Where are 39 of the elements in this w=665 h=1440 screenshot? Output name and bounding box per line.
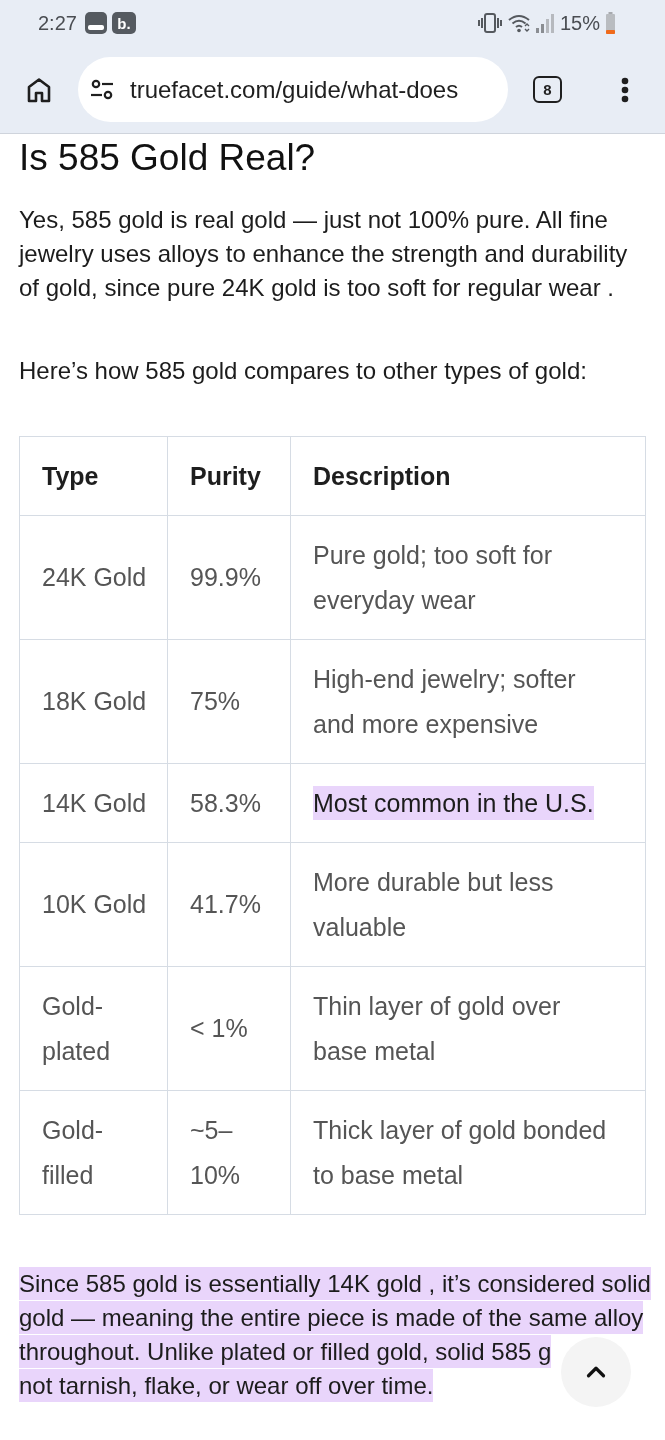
cell-text: 10K Gold	[42, 890, 147, 918]
more-menu-icon[interactable]	[621, 76, 629, 103]
paragraph-text: Yes, 585 gold is real gold — just not 100% pure. All fine jewelry uses alloys to enhance the strength and durability of gold, since pure 24K gold is too soft for regular wear .	[19, 205, 629, 303]
cell-text: Thin layer of gold over base metal	[313, 991, 561, 1065]
battery-icon	[606, 12, 615, 34]
cell-text: 99.9%	[190, 563, 261, 591]
cell-text: ~5–10%	[190, 1115, 241, 1189]
tab-count-button[interactable]: 8	[533, 76, 562, 103]
cell-text: Gold-plated	[42, 991, 111, 1065]
cell-text: Gold-filled	[42, 1115, 104, 1189]
cell-text: 75%	[190, 687, 241, 715]
cell-text: 58.3%	[190, 788, 261, 817]
cell-text: More durable but less valuable	[313, 867, 554, 941]
url-text: truefacet.com/guide/what-does	[130, 77, 459, 102]
site-settings-icon[interactable]	[90, 78, 114, 101]
app-logo-icon: b.	[111, 12, 136, 34]
signal-icon	[535, 13, 554, 33]
vibrate-icon	[477, 12, 502, 34]
cell-text: Thick layer of gold bonded to base metal	[313, 1115, 607, 1189]
battery-percent: 15%	[559, 13, 600, 33]
cell-text: Pure gold; too soft for everyday wear	[313, 540, 553, 614]
column-header: Description	[313, 461, 451, 490]
cell-text: High-end jewelry; softer and more expensive	[313, 664, 576, 738]
cell-text: 24K Gold	[42, 563, 147, 591]
wifi-icon	[507, 13, 530, 33]
cell-text: < 1%	[190, 1014, 248, 1042]
cell-text: 18K Gold	[42, 687, 147, 715]
article-heading: Is 585 Gold Real?	[19, 136, 317, 180]
app-notification-icon	[84, 12, 107, 34]
paragraph-text: Here’s how 585 gold compares to other types of gold:	[19, 356, 588, 386]
column-header: Type	[42, 461, 99, 490]
column-header: Purity	[190, 461, 261, 490]
cell-text: Most common in the U.S.	[313, 785, 594, 820]
paragraph-text: not tarnish, flake, or wear off over time.	[19, 1369, 434, 1403]
cell-text: 14K Gold	[42, 788, 147, 817]
cell-text: 41.7%	[190, 890, 261, 918]
home-icon[interactable]	[26, 76, 52, 103]
clock-time: 2:27	[38, 13, 77, 33]
address-bar[interactable]: truefacet.com/guide/what-does	[78, 57, 508, 122]
